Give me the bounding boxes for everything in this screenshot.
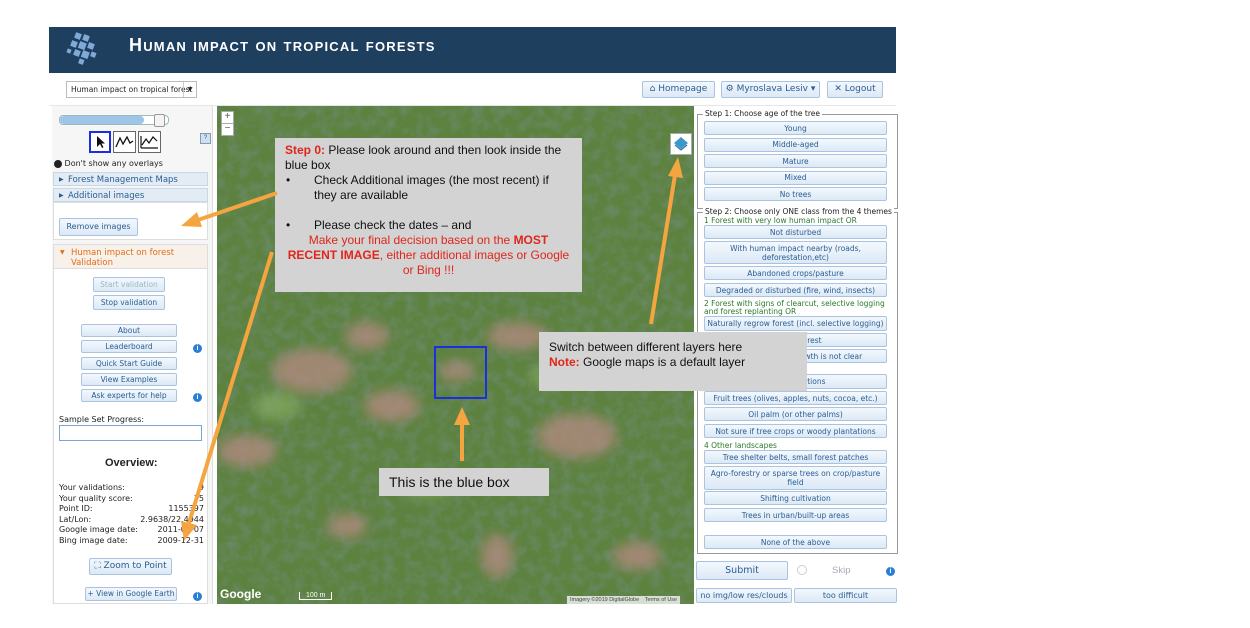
arrowhead	[668, 157, 683, 178]
arrow-to-image-dates	[187, 251, 274, 524]
arrowhead	[181, 521, 197, 541]
annotation-arrows	[181, 157, 683, 541]
arrow-to-remove-images	[194, 191, 278, 223]
arrowhead	[181, 212, 202, 227]
arrowhead	[454, 407, 470, 425]
arrow-to-layer-switcher	[649, 174, 677, 325]
